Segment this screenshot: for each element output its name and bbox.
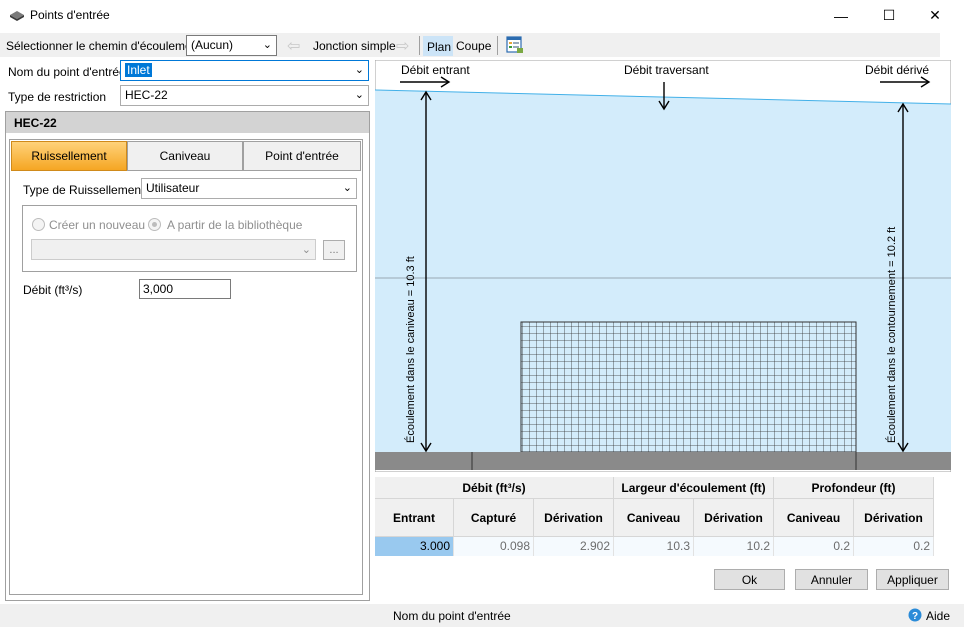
group-header-width: Largeur d'écoulement (ft) <box>614 477 774 499</box>
cancel-button[interactable]: Annuler <box>795 569 868 590</box>
inlet-name-value: Inlet <box>125 63 152 77</box>
app-icon <box>10 11 24 21</box>
group-header-depth: Profondeur (ft) <box>774 477 934 499</box>
minimize-button[interactable]: — <box>818 0 864 31</box>
table-cell[interactable]: 3.000 <box>375 537 454 556</box>
flow-input[interactable]: 3,000 <box>139 279 231 299</box>
inflow-label: Débit entrant <box>401 63 470 77</box>
runoff-type-combo[interactable]: Utilisateur ⌄ <box>141 178 357 199</box>
restriction-value: HEC-22 <box>125 88 168 102</box>
help-link[interactable]: Aide <box>926 609 950 623</box>
through-label: Débit traversant <box>624 63 709 77</box>
report-icon[interactable] <box>505 35 525 55</box>
arrow-right-icon[interactable]: ⇨ <box>396 36 409 56</box>
grate <box>520 321 857 453</box>
chevron-down-icon: ⌄ <box>354 89 364 101</box>
radio-library[interactable] <box>148 218 161 231</box>
close-icon: ✕ <box>929 7 941 23</box>
chevron-down-icon: ⌄ <box>342 182 352 194</box>
radio-new-label: Créer un nouveau <box>49 218 146 232</box>
radio-library-label: A partir de la bibliothèque <box>167 218 303 232</box>
restriction-type-combo[interactable]: HEC-22 ⌄ <box>120 85 369 106</box>
column-header: Dérivation <box>694 499 774 537</box>
path-label: Sélectionner le chemin d'écoulement <box>6 39 202 53</box>
library-combo[interactable]: ⌄ <box>31 239 316 260</box>
inlet-diagram: Débit entrant Débit traversant Débit dér… <box>375 60 951 472</box>
column-header: Caniveau <box>774 499 854 537</box>
maximize-button[interactable]: ☐ <box>866 0 912 31</box>
ok-button[interactable]: Ok <box>714 569 785 590</box>
bypass-spread-label: Écoulement dans le contournement = 10.2 … <box>885 227 898 443</box>
apply-button[interactable]: Appliquer <box>876 569 949 590</box>
tab-ruissellement[interactable]: Ruissellement <box>11 141 127 171</box>
table-cell[interactable]: 10.3 <box>614 537 694 556</box>
column-header: Dérivation <box>854 499 934 537</box>
coupe-button[interactable]: Coupe <box>456 39 491 53</box>
bypass-label: Débit dérivé <box>865 63 929 77</box>
svg-text:?: ? <box>912 611 918 622</box>
flow-path-value: (Aucun) <box>191 38 234 52</box>
column-header: Entrant <box>375 499 454 537</box>
runoff-type-label: Type de Ruissellement <box>23 183 145 197</box>
tab-point-entree[interactable]: Point d'entrée <box>243 141 361 171</box>
arrow-left-icon[interactable]: ⇦ <box>287 36 300 56</box>
table-cell[interactable]: 0.098 <box>454 537 534 556</box>
junction-label: Jonction simple <box>313 39 396 53</box>
ground <box>375 452 951 470</box>
maximize-icon: ☐ <box>882 7 896 23</box>
group-header-flow: Débit (ft³/s) <box>375 477 614 499</box>
help-icon[interactable]: ? <box>908 608 922 622</box>
table-cell[interactable]: 0.2 <box>854 537 934 556</box>
library-browse-button[interactable]: ... <box>323 240 345 260</box>
toolbar-separator <box>497 36 498 55</box>
window-title: Points d'entrée <box>30 8 110 22</box>
plan-button[interactable]: Plan <box>423 36 453 56</box>
minimize-icon: — <box>834 7 848 24</box>
table-cell[interactable]: 2.902 <box>534 537 614 556</box>
runoff-type-value: Utilisateur <box>146 181 200 195</box>
tab-caniveau[interactable]: Caniveau <box>127 141 243 171</box>
flow-label: Débit (ft³/s) <box>23 283 83 297</box>
chevron-down-icon: ⌄ <box>301 244 311 256</box>
flow-path-select[interactable]: (Aucun) ⌄ <box>186 35 277 56</box>
table-cell[interactable]: 0.2 <box>774 537 854 556</box>
column-header: Capturé <box>454 499 534 537</box>
section-title: HEC-22 <box>6 112 369 133</box>
close-button[interactable]: ✕ <box>912 0 958 31</box>
inlet-name-label: Nom du point d'entrée <box>8 65 126 79</box>
toolbar-separator <box>419 36 420 55</box>
restriction-label: Type de restriction <box>8 90 107 104</box>
chevron-down-icon: ⌄ <box>354 64 364 76</box>
table-cell[interactable]: 10.2 <box>694 537 774 556</box>
chevron-down-icon: ⌄ <box>262 39 272 51</box>
column-header: Dérivation <box>534 499 614 537</box>
radio-new[interactable] <box>32 218 45 231</box>
inlet-name-combo[interactable]: Inlet ⌄ <box>120 60 369 81</box>
column-header: Caniveau <box>614 499 694 537</box>
gutter-spread-label: Écoulement dans le caniveau = 10.3 ft <box>404 256 417 443</box>
results-table: Débit (ft³/s) Largeur d'écoulement (ft) … <box>375 477 934 556</box>
status-text: Nom du point d'entrée <box>393 609 511 623</box>
